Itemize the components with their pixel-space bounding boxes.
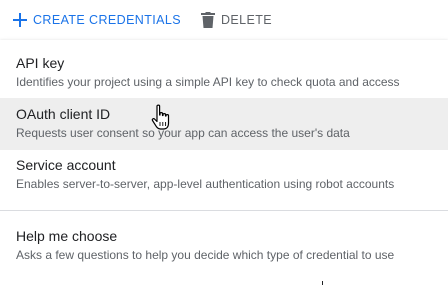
menu-item-title: OAuth client ID xyxy=(16,106,111,122)
menu-item-oauth-client-id[interactable]: OAuth client ID Requests user consent so… xyxy=(0,98,448,150)
menu-item-title: Help me choose xyxy=(16,228,118,244)
menu-item-title: API key xyxy=(16,55,65,71)
plus-icon xyxy=(12,12,28,28)
menu-item-description: Identifies your project using a simple A… xyxy=(16,75,400,89)
menu-divider xyxy=(0,210,448,211)
hand-pointer-icon xyxy=(151,104,173,132)
delete-label: DELETE xyxy=(221,13,273,27)
create-credentials-button[interactable]: CREATE CREDENTIALS xyxy=(12,10,181,30)
menu-item-description: Asks a few questions to help you decide … xyxy=(16,248,395,262)
trash-icon xyxy=(200,12,216,28)
menu-item-description: Requests user consent so your app can ac… xyxy=(16,126,350,140)
credentials-toolbar: CREATE CREDENTIALS DELETE xyxy=(0,0,448,40)
menu-item-service-account[interactable]: Service account Enables server-to-server… xyxy=(0,150,448,198)
menu-item-description: Enables server-to-server, app-level auth… xyxy=(16,177,395,191)
menu-item-title: Service account xyxy=(16,157,116,173)
edge-mark xyxy=(322,281,323,285)
create-credentials-label: CREATE CREDENTIALS xyxy=(33,13,181,27)
menu-item-help-me-choose[interactable]: Help me choose Asks a few questions to h… xyxy=(0,222,448,268)
create-credentials-menu: API key Identifies your project using a … xyxy=(0,40,448,285)
delete-button[interactable]: DELETE xyxy=(200,10,272,30)
menu-item-api-key[interactable]: API key Identifies your project using a … xyxy=(0,52,448,100)
credentials-page: CREATE CREDENTIALS DELETE API key Identi… xyxy=(0,0,448,285)
